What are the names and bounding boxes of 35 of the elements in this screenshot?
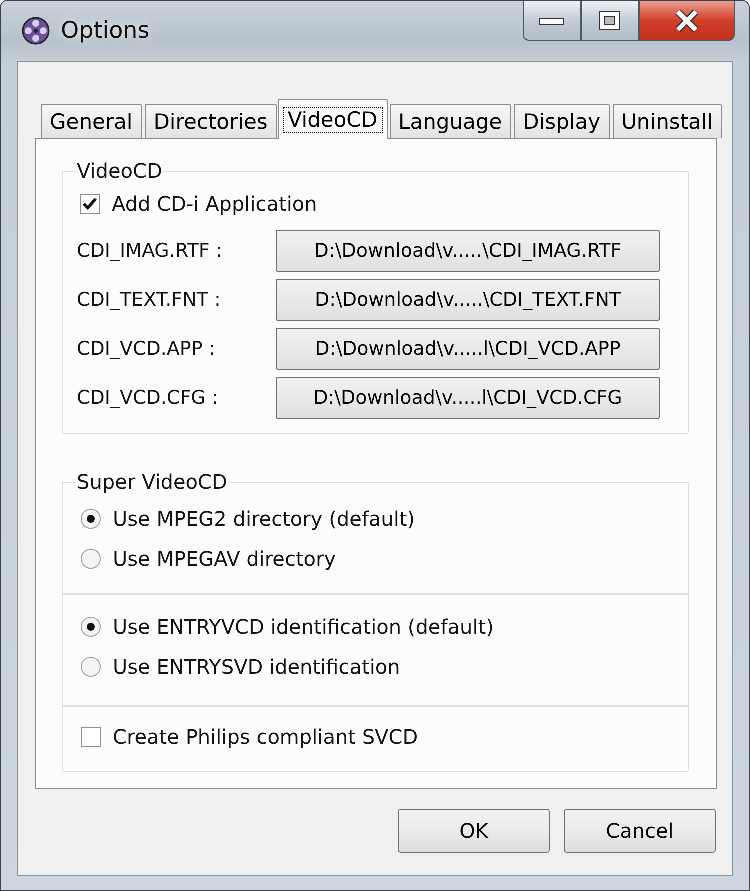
radio-button[interactable]	[81, 617, 101, 637]
maximize-icon	[599, 10, 621, 30]
tab[interactable]: Uninstall	[612, 104, 722, 138]
file-path-button[interactable]: D:\Download\v.....\CDI_TEXT.FNT	[276, 279, 660, 321]
file-label: CDI_IMAG.RTF :	[77, 240, 224, 262]
close-button[interactable]	[639, 1, 735, 41]
tab[interactable]: Language	[390, 104, 512, 138]
file-label: CDI_VCD.CFG :	[77, 387, 220, 409]
cancel-button[interactable]: Cancel	[564, 809, 716, 853]
checkbox[interactable]	[81, 727, 101, 747]
tab[interactable]: Directories	[144, 104, 277, 138]
checkbox-label: Create Philips compliant SVCD	[113, 725, 418, 749]
file-label: CDI_TEXT.FNT :	[77, 289, 222, 311]
radio-button[interactable]	[81, 549, 101, 569]
radio-label: Use ENTRYSVD identification	[113, 655, 400, 679]
tab[interactable]: VideoCD	[278, 99, 388, 139]
radio-label: Use MPEG2 directory (default)	[113, 507, 416, 531]
tab[interactable]: General	[41, 104, 142, 138]
checkbox-label: Add CD-i Application	[112, 192, 318, 216]
window-title: Options	[61, 18, 150, 44]
file-path-button[interactable]: D:\Download\v.....\CDI_IMAG.RTF	[276, 230, 660, 272]
radio-button[interactable]	[81, 509, 101, 529]
tab[interactable]: Display	[514, 104, 610, 138]
checkbox[interactable]	[80, 194, 100, 214]
ok-button[interactable]: OK	[398, 809, 550, 853]
film-reel-icon	[21, 16, 51, 46]
minimize-button[interactable]	[523, 1, 581, 41]
radio-button[interactable]	[81, 657, 101, 677]
radio-label: Use ENTRYVCD identification (default)	[113, 615, 494, 639]
file-path-button[interactable]: D:\Download\v.....l\CDI_VCD.APP	[276, 328, 660, 370]
close-icon	[673, 10, 701, 32]
file-label: CDI_VCD.APP :	[77, 338, 216, 360]
radio-label: Use MPEGAV directory	[113, 547, 336, 571]
file-path-button[interactable]: D:\Download\v.....l\CDI_VCD.CFG	[276, 377, 660, 419]
maximize-button[interactable]	[581, 1, 639, 41]
